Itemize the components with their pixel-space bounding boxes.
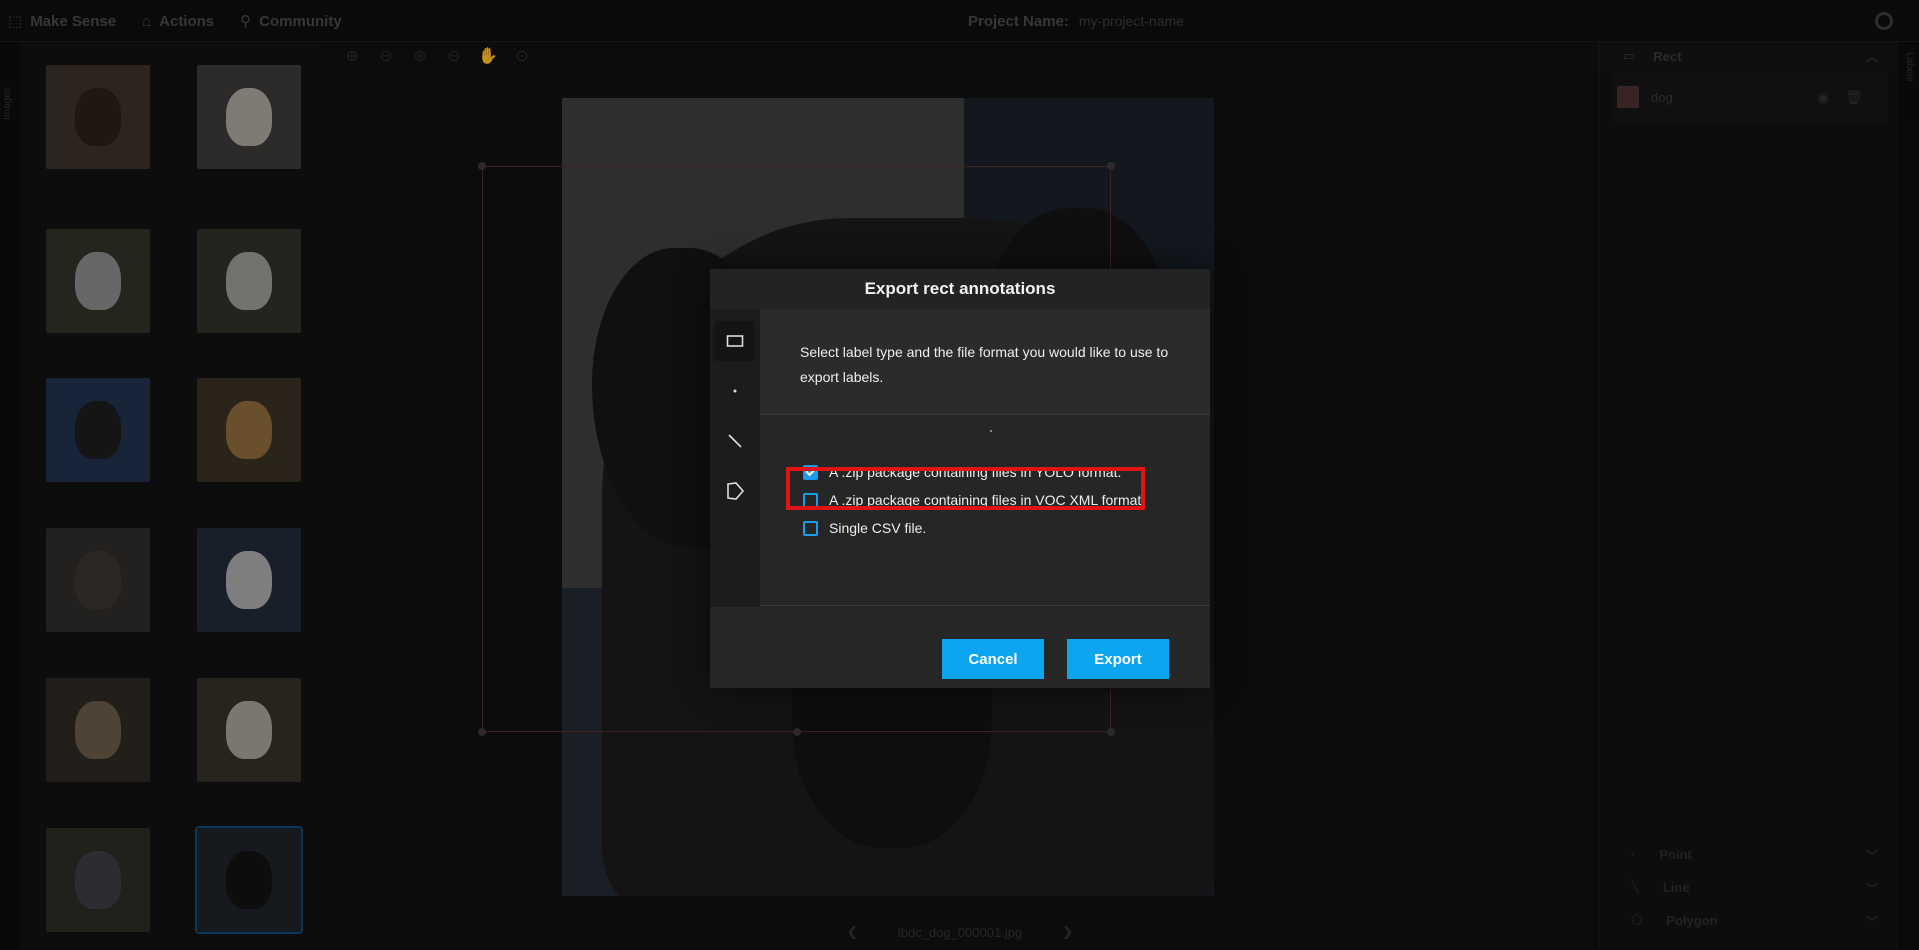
line-icon [728,434,742,448]
point-type-button[interactable] [715,371,755,411]
label-type-selector [710,309,760,607]
export-format-options: A .zip package containing files in YOLO … [760,416,1210,606]
line-type-button[interactable] [715,421,755,461]
rect-type-button[interactable] [715,321,755,361]
modal-description: Select label type and the file format yo… [760,309,1210,415]
polygon-type-button[interactable] [715,471,755,511]
cancel-button[interactable]: Cancel [942,639,1044,679]
modal-title: Export rect annotations [710,269,1210,309]
rect-icon [726,335,744,347]
polygon-icon [727,482,745,500]
point-icon [733,389,737,393]
option-csv[interactable]: Single CSV file. [803,517,926,539]
divider-dot [990,430,992,432]
export-button[interactable]: Export [1067,639,1169,679]
csv-checkbox[interactable] [803,520,818,536]
csv-option-label: Single CSV file. [829,520,927,536]
modal-footer: Cancel Export [710,607,1210,688]
highlight-box [786,467,1145,510]
